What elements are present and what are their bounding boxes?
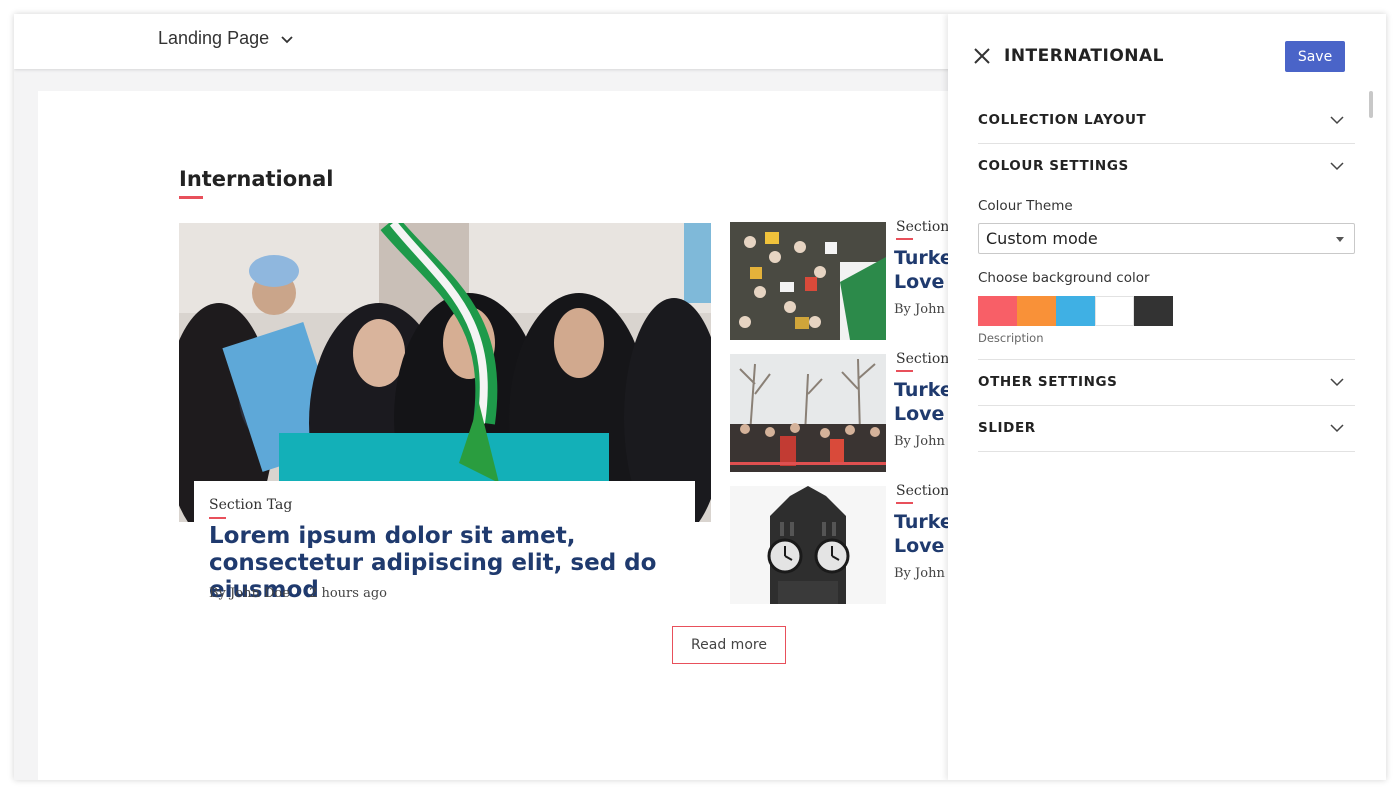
- hero-meta: By John Doe · 2 hours ago: [209, 586, 387, 601]
- page-selector-dropdown[interactable]: Landing Page: [158, 28, 295, 49]
- side-tag-underline: [896, 370, 913, 372]
- side-meta: By John D: [894, 302, 954, 317]
- panel-scrollbar[interactable]: [1369, 91, 1373, 118]
- page-selector-label: Landing Page: [158, 28, 270, 48]
- color-swatches: [978, 296, 1173, 326]
- swatch-red[interactable]: [978, 296, 1017, 326]
- side-section-tag[interactable]: Section: [896, 351, 949, 367]
- side-meta: By John D: [894, 566, 954, 581]
- side-section-tag[interactable]: Section: [896, 483, 949, 499]
- swatch-blue[interactable]: [1056, 296, 1095, 326]
- accordion-label: SLIDER: [978, 420, 1036, 436]
- close-icon[interactable]: [972, 46, 992, 66]
- side-article-thumbnail: [730, 354, 886, 472]
- description-label: Description: [978, 331, 1044, 345]
- side-tag-underline: [896, 502, 913, 504]
- accordion-label: OTHER SETTINGS: [978, 374, 1118, 390]
- colour-theme-label: Colour Theme: [978, 198, 1073, 214]
- chevron-down-icon: [1330, 162, 1344, 171]
- colour-theme-value: Custom mode: [986, 229, 1098, 248]
- accordion-colour-settings[interactable]: COLOUR SETTINGS: [978, 144, 1355, 190]
- caret-down-icon: [1336, 237, 1344, 242]
- swatch-orange[interactable]: [1017, 296, 1056, 326]
- read-more-button[interactable]: Read more: [672, 626, 786, 664]
- hero-time: 2 hours ago: [309, 586, 387, 601]
- meta-separator: ·: [297, 588, 302, 599]
- swatch-dark[interactable]: [1134, 296, 1173, 326]
- chevron-down-icon: [281, 35, 293, 43]
- background-color-label: Choose background color: [978, 270, 1150, 286]
- hero-author: By John Doe: [209, 586, 290, 601]
- settings-panel: INTERNATIONAL Save COLLECTION LAYOUT COL…: [948, 14, 1386, 780]
- accordion-slider[interactable]: SLIDER: [978, 406, 1355, 452]
- hero-section-tag[interactable]: Section Tag: [209, 497, 292, 513]
- side-tag-underline: [896, 238, 913, 240]
- chevron-down-icon: [1330, 116, 1344, 125]
- side-section-tag[interactable]: Section: [896, 219, 949, 235]
- panel-title: INTERNATIONAL: [1004, 46, 1165, 66]
- accordion-label: COLLECTION LAYOUT: [978, 112, 1147, 128]
- accordion-collection-layout[interactable]: COLLECTION LAYOUT: [978, 98, 1355, 144]
- app-window: Landing Page International Section Tag L…: [14, 14, 1386, 780]
- side-article-thumbnail: [730, 486, 886, 604]
- colour-theme-select[interactable]: Custom mode: [978, 223, 1355, 254]
- hero-article-card[interactable]: Section Tag Lorem ipsum dolor sit amet, …: [194, 481, 695, 611]
- section-title-underline: [179, 196, 203, 199]
- hero-tag-underline: [209, 517, 226, 519]
- chevron-down-icon: [1330, 378, 1344, 387]
- swatch-white[interactable]: [1095, 296, 1134, 326]
- chevron-down-icon: [1330, 424, 1344, 433]
- hero-image[interactable]: [179, 223, 711, 522]
- section-title: International: [179, 167, 334, 191]
- save-button[interactable]: Save: [1285, 41, 1345, 72]
- accordion-label: COLOUR SETTINGS: [978, 158, 1129, 174]
- accordion-other-settings[interactable]: OTHER SETTINGS: [978, 360, 1355, 406]
- side-article-thumbnail: [730, 222, 886, 340]
- side-meta: By John D: [894, 434, 954, 449]
